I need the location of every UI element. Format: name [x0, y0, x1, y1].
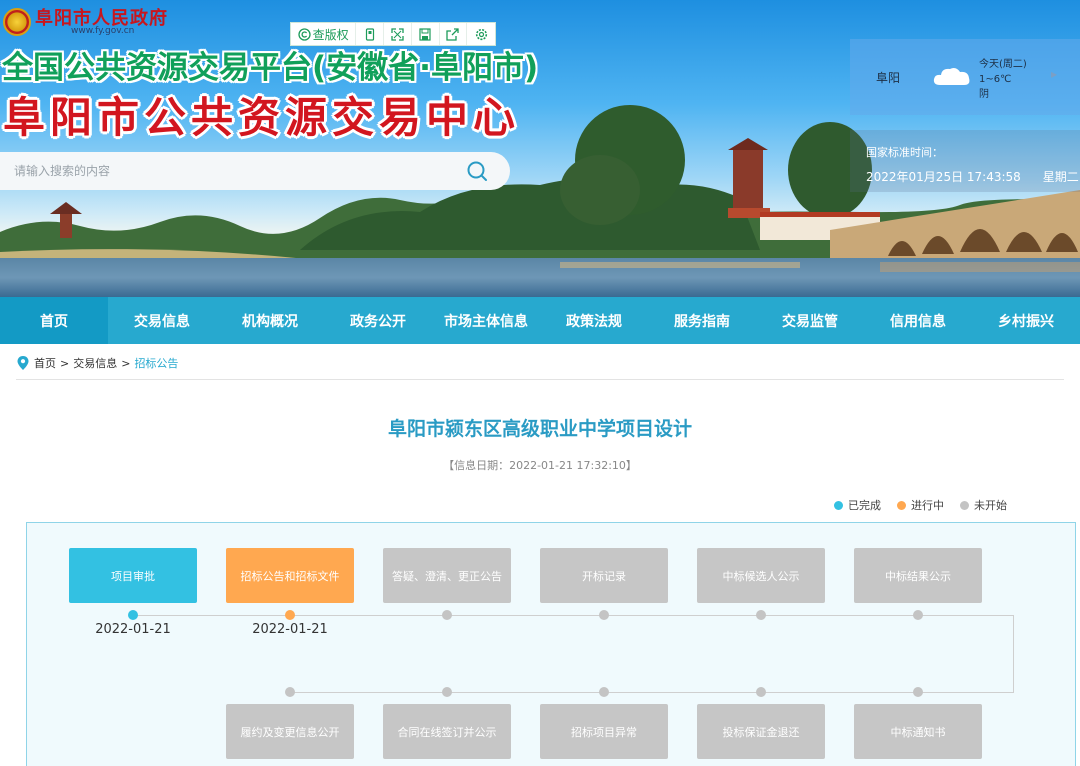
step-dot-todo	[442, 687, 452, 697]
breadcrumb-separator: >	[60, 356, 70, 370]
step-dot-todo	[599, 687, 609, 697]
header-banner: 阜阳市人民政府 www.fy.gov.cn 查版权 全国公共资源交易平台(安徽省…	[0, 0, 1080, 297]
step-project-exception[interactable]: 招标项目异常	[540, 704, 668, 759]
standard-time-widget: 国家标准时间： 2022年01月25日 17:43:58 星期二	[850, 130, 1080, 192]
step-contract-signing[interactable]: 合同在线签订并公示	[383, 704, 511, 759]
breadcrumb-current[interactable]: 招标公告	[134, 355, 178, 371]
mobile-icon	[365, 27, 374, 41]
search-icon[interactable]	[466, 160, 488, 182]
legend-dot-doing	[897, 500, 906, 510]
nav-item-rural-revitalization[interactable]: 乡村振兴	[972, 297, 1080, 344]
center-title: 阜阳市公共资源交易中心	[3, 93, 521, 142]
progress-track-right	[1013, 615, 1014, 693]
share-icon	[446, 27, 460, 41]
legend-dot-todo	[960, 500, 969, 510]
nav-item-market-entity[interactable]: 市场主体信息	[432, 297, 540, 344]
step-dot-todo	[285, 687, 295, 697]
fullscreen-icon	[391, 27, 404, 41]
step-dot-todo	[913, 610, 923, 620]
nav-item-policy[interactable]: 政策法规	[540, 297, 648, 344]
step-dot-todo	[442, 610, 452, 620]
gov-logo[interactable]: 阜阳市人民政府 www.fy.gov.cn	[3, 8, 168, 36]
article-date: 【信息日期：2022-01-21 17:32:10】	[443, 459, 637, 472]
national-emblem-icon	[3, 8, 31, 36]
breadcrumb-home[interactable]: 首页	[34, 355, 56, 371]
step-tender-announcement[interactable]: 招标公告和招标文件	[226, 548, 354, 603]
save-icon	[419, 27, 431, 41]
nav-item-org-overview[interactable]: 机构概况	[216, 297, 324, 344]
weather-city: 阜阳	[876, 71, 901, 85]
weather-day: 今天(周二)	[979, 59, 1027, 70]
weather-next-icon[interactable]: ▸	[1051, 67, 1057, 81]
nav-item-trade-info[interactable]: 交易信息	[108, 297, 216, 344]
legend-item-done: 已完成	[834, 497, 881, 513]
weather-info: 今天(周二) 1~6℃ 阴	[979, 57, 1027, 102]
breadcrumb: 首页 > 交易信息 > 招标公告	[16, 352, 178, 374]
step-date: 2022-01-21	[95, 622, 171, 637]
step-project-approval[interactable]: 项目审批	[69, 548, 197, 603]
article-title: 阜阳市颍东区高级职业中学项目设计	[387, 418, 692, 440]
status-legend: 已完成 进行中 未开始	[834, 497, 1007, 513]
step-bid-opening-record[interactable]: 开标记录	[540, 548, 668, 603]
clock-weekday: 星期二	[1042, 170, 1079, 184]
platform-title: 全国公共资源交易平台(安徽省·阜阳市)	[2, 50, 539, 86]
copyright-label: 查版权	[312, 27, 349, 42]
step-dot-done	[128, 610, 138, 620]
clock-time: 2022年01月25日 17:43:58 星期二	[866, 168, 1079, 185]
step-candidate-publicity[interactable]: 中标候选人公示	[697, 548, 825, 603]
settings-icon	[475, 28, 487, 40]
project-progress-panel: 项目审批 招标公告和招标文件 答疑、澄清、更正公告 开标记录 中标候选人公示 中…	[26, 522, 1076, 766]
legend-dot-done	[834, 500, 843, 510]
legend-item-todo: 未开始	[960, 497, 1007, 513]
step-dot-doing	[285, 610, 295, 620]
search-input[interactable]	[0, 153, 440, 189]
divider	[16, 379, 1064, 380]
legend-item-doing: 进行中	[897, 497, 944, 513]
nav-item-service-guide[interactable]: 服务指南	[648, 297, 756, 344]
main-nav: 首页 交易信息 机构概况 政务公开 市场主体信息 政策法规 服务指南 交易监管 …	[0, 297, 1080, 344]
nav-item-trade-supervision[interactable]: 交易监管	[756, 297, 864, 344]
weather-temp: 1~6℃	[979, 74, 1012, 85]
nav-item-home[interactable]: 首页	[0, 297, 108, 344]
cloud-icon	[933, 68, 970, 85]
copyright-icon	[298, 27, 311, 41]
legend-label-done: 已完成	[848, 499, 881, 512]
step-dot-todo	[599, 610, 609, 620]
legend-label-doing: 进行中	[911, 499, 944, 512]
breadcrumb-trade-info[interactable]: 交易信息	[73, 355, 117, 371]
progress-track-bottom	[291, 692, 1014, 693]
location-pin-icon	[17, 356, 29, 370]
page: 阜阳市人民政府 www.fy.gov.cn 查版权 全国公共资源交易平台(安徽省…	[0, 0, 1080, 766]
breadcrumb-separator: >	[121, 356, 131, 370]
step-result-publicity[interactable]: 中标结果公示	[854, 548, 982, 603]
weather-condition: 阴	[979, 89, 989, 100]
step-dot-todo	[756, 610, 766, 620]
clock-datetime: 2022年01月25日 17:43:58	[866, 170, 1021, 184]
step-award-notice[interactable]: 中标通知书	[854, 704, 982, 759]
step-dot-todo	[913, 687, 923, 697]
clock-label: 国家标准时间：	[866, 146, 943, 159]
step-dot-todo	[756, 687, 766, 697]
step-date: 2022-01-21	[252, 622, 328, 637]
weather-widget: 阜阳 今天(周二) 1~6℃ 阴 ▸	[850, 39, 1080, 115]
search-bar	[0, 152, 510, 190]
step-deposit-refund[interactable]: 投标保证金退还	[697, 704, 825, 759]
legend-label-todo: 未开始	[974, 499, 1007, 512]
nav-item-credit-info[interactable]: 信用信息	[864, 297, 972, 344]
nav-item-gov-affairs[interactable]: 政务公开	[324, 297, 432, 344]
step-clarification-notice[interactable]: 答疑、澄清、更正公告	[383, 548, 511, 603]
step-contract-performance[interactable]: 履约及变更信息公开	[226, 704, 354, 759]
progress-track-top	[134, 615, 1014, 616]
